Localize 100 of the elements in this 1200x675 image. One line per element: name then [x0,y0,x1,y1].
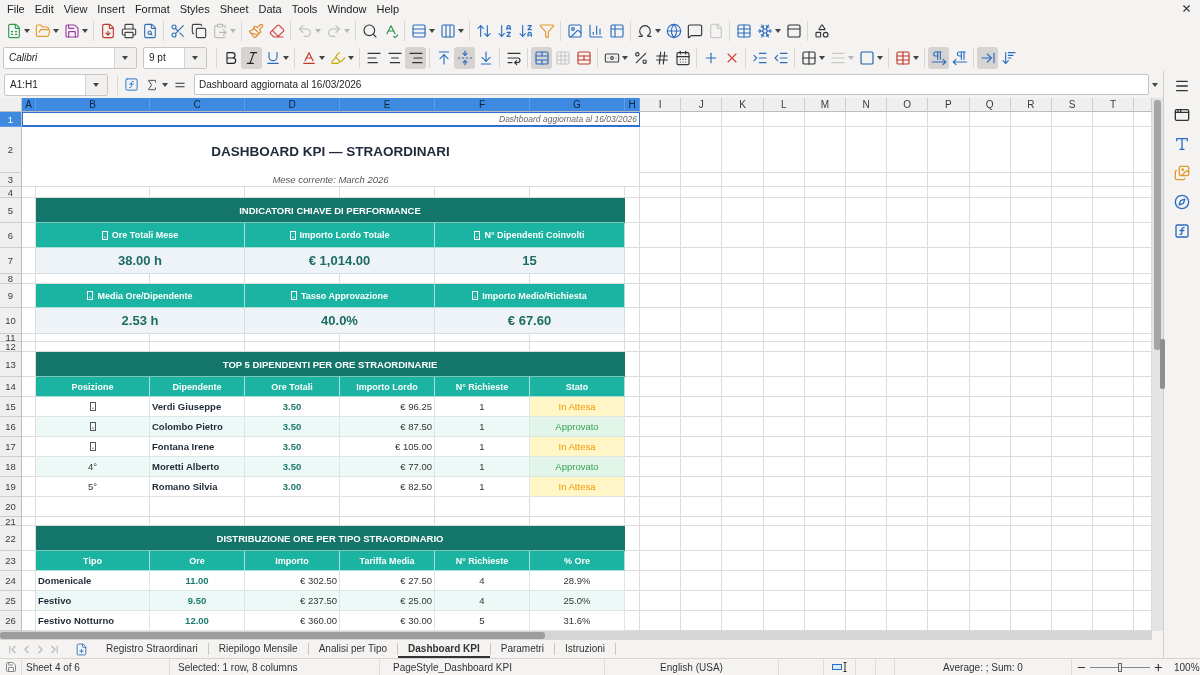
menu-item[interactable]: Tools [286,2,323,15]
column-header[interactable]: A [22,98,36,112]
caret-icon[interactable] [877,55,883,60]
zoom-percent[interactable]: 100% [1174,661,1200,673]
column-header[interactable]: K [722,98,764,112]
function-wizard-icon[interactable] [124,77,139,92]
row-header[interactable]: 5 [0,198,22,223]
column-header[interactable]: O [887,98,929,112]
row-header[interactable]: 2 [0,127,22,173]
row-header[interactable]: 22 [0,526,22,551]
caret-icon[interactable] [191,55,198,60]
cell-grid[interactable] [0,98,1152,631]
caret-icon[interactable] [24,28,30,33]
row-header[interactable]: 8 [0,274,22,284]
column-header[interactable]: Q [969,98,1011,112]
selection-mode-icon[interactable] [831,662,848,672]
menu-item[interactable]: Data [253,2,287,15]
row-header[interactable]: 7 [0,248,22,274]
vertical-scrollbar[interactable] [1152,98,1163,631]
caret-icon[interactable] [82,28,88,33]
sheet-tab[interactable]: Riepilogo Mensile [208,640,308,658]
column-header[interactable]: H [625,98,640,112]
row-header[interactable]: 19 [0,477,22,497]
sheet-tab[interactable]: Analisi per Tipo [308,640,398,658]
caret-icon[interactable] [622,55,628,60]
column-header[interactable]: D [245,98,340,112]
row-header[interactable]: 16 [0,417,22,437]
caret-icon[interactable] [913,55,919,60]
row-header[interactable]: 4 [0,187,22,198]
column-header[interactable]: T [1093,98,1135,112]
caret-icon[interactable] [819,55,825,60]
left-to-right-button[interactable] [928,46,949,69]
column-header[interactable]: C [150,98,245,112]
sheet-tab[interactable]: Dashboard KPI [398,640,490,658]
formula-input[interactable]: Dashboard aggiornata al 16/03/2026 [194,74,1149,95]
row-header[interactable]: 14 [0,377,22,397]
column-header[interactable]: M [804,98,846,112]
zoom-in-icon[interactable] [1153,661,1164,673]
sidebar-handle[interactable] [1160,339,1165,389]
row-header[interactable]: 23 [0,551,22,571]
caret-icon[interactable] [53,28,59,33]
sheet-tab[interactable]: Registro Straordinari [96,640,208,658]
caret-icon[interactable] [348,55,354,60]
caret-icon[interactable] [429,28,435,33]
font-size-combobox[interactable]: 9 pt [143,46,207,69]
add-sheet-icon[interactable] [75,642,88,656]
caret-icon[interactable] [1152,82,1158,87]
sheet-tab[interactable]: Istruzioni [555,640,616,658]
row-header[interactable]: 17 [0,437,22,457]
menu-item[interactable]: Edit [29,2,59,15]
menu-item[interactable]: Format [129,2,175,15]
row-header[interactable]: 20 [0,497,22,517]
font-name-combobox[interactable]: Calibri [3,46,137,69]
row-header[interactable]: 1 [0,112,22,127]
text-left-to-right-button[interactable] [977,46,998,69]
row-header[interactable]: 18 [0,457,22,477]
menu-item[interactable]: View [58,2,93,15]
menu-item[interactable]: File [2,2,30,15]
column-header[interactable]: L [763,98,805,112]
center-vertically-button[interactable] [454,46,475,69]
caret-icon[interactable] [162,82,168,87]
column-header[interactable]: G [530,98,625,112]
row-header[interactable]: 3 [0,173,22,187]
caret-icon[interactable] [775,28,781,33]
zoom-thumb[interactable] [1118,662,1122,672]
column-header[interactable]: J [681,98,723,112]
caret-icon[interactable] [283,55,289,60]
sum-icon[interactable] [145,77,159,92]
menu-item[interactable]: Window [322,2,372,15]
horizontal-scrollbar[interactable] [0,631,1152,640]
language[interactable]: English (USA) [660,661,723,673]
column-header[interactable]: N [845,98,888,112]
italic-button[interactable] [241,46,262,69]
menu-item[interactable]: Sheet [214,2,254,15]
sheet-tab[interactable]: Parametri [490,640,555,658]
caret-icon[interactable] [655,28,661,33]
column-header[interactable]: S [1051,98,1094,112]
menu-item[interactable]: Help [371,2,405,15]
caret-icon[interactable] [92,82,99,87]
merge-center-button[interactable] [531,46,552,69]
column-header[interactable]: R [1010,98,1052,112]
caret-icon[interactable] [319,55,325,60]
row-header[interactable]: 6 [0,223,22,248]
row-header[interactable]: 9 [0,284,22,308]
row-header[interactable]: 24 [0,571,22,591]
row-header[interactable]: 25 [0,591,22,611]
row-header[interactable]: 26 [0,611,22,631]
menu-item[interactable]: Insert [92,2,130,15]
column-header[interactable]: F [435,98,530,112]
row-header[interactable]: 10 [0,308,22,334]
column-header[interactable]: B [36,98,150,112]
row-header[interactable]: 15 [0,397,22,417]
close-icon[interactable] [1181,3,1192,14]
caret-icon[interactable] [121,55,128,60]
column-header[interactable]: I [640,98,682,112]
caret-icon[interactable] [458,28,464,33]
name-box[interactable]: A1:H1 [4,73,108,96]
menu-item[interactable]: Styles [174,2,215,15]
align-right-button[interactable] [405,46,426,69]
column-header[interactable]: P [928,98,970,112]
